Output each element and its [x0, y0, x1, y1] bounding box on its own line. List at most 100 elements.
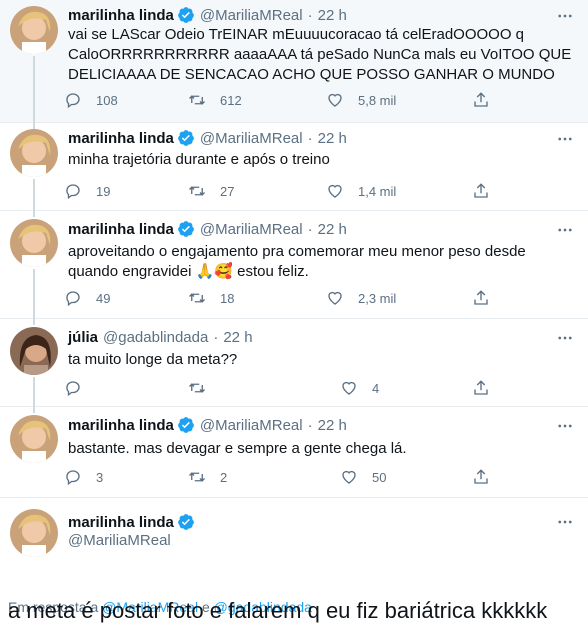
share-button[interactable]: [472, 468, 490, 486]
heart-icon: [342, 381, 356, 395]
share-button[interactable]: [472, 91, 490, 109]
timestamp[interactable]: 22 h: [318, 7, 347, 24]
more-icon[interactable]: [556, 329, 574, 347]
retweet-count: 2: [220, 469, 228, 485]
user-handle[interactable]: @MariliaMReal: [200, 7, 303, 24]
more-icon[interactable]: [556, 7, 574, 25]
tweet-text-line: ta muito longe da meta??: [68, 351, 238, 368]
tweet-text-line: quando engravidei 🙏🥰 estou feliz.: [68, 263, 309, 280]
share-icon: [474, 469, 488, 484]
tweet-text: aproveitando o engajamento pra comemorar…: [68, 242, 572, 282]
tweet-header: marilinha linda @MariliaMReal · 22 h: [68, 128, 347, 148]
separator-dot: ·: [307, 416, 313, 434]
separator-dot: ·: [307, 129, 313, 147]
user-handle[interactable]: @MariliaMReal: [200, 221, 303, 238]
retweet-button[interactable]: 18: [188, 289, 234, 307]
tweet-header: júlia @gadablindada · 22 h: [68, 327, 253, 347]
like-count: 50: [372, 469, 387, 485]
reply-count: 108: [96, 92, 118, 108]
separator-dot: ·: [307, 220, 313, 238]
user-handle[interactable]: @gadablindada: [103, 329, 208, 346]
separator-dot: ·: [213, 328, 219, 346]
like-button[interactable]: 5,8 mil: [326, 91, 396, 109]
share-button[interactable]: [472, 379, 490, 397]
retweet-button[interactable]: 27: [188, 182, 234, 200]
retweet-button[interactable]: 612: [188, 91, 242, 109]
display-name[interactable]: marilinha linda: [68, 514, 174, 531]
timestamp[interactable]: 22 h: [318, 221, 347, 238]
tweet-4[interactable]: júlia @gadablindada · 22 h ta muito long…: [0, 319, 588, 407]
reply-icon: [66, 93, 80, 109]
display-name[interactable]: marilinha linda: [68, 221, 174, 238]
like-button[interactable]: 4: [340, 379, 379, 397]
timestamp[interactable]: 22 h: [318, 417, 347, 434]
tweet-text: vai se LAScar Odeio TrEINAR mEuuuucoraca…: [68, 25, 572, 85]
retweet-icon: [189, 293, 205, 303]
share-button[interactable]: [472, 289, 490, 307]
avatar[interactable]: [10, 129, 58, 177]
user-handle[interactable]: @MariliaMReal: [200, 130, 303, 147]
more-icon[interactable]: [556, 417, 574, 435]
verified-badge-icon: [177, 417, 194, 433]
share-icon: [474, 183, 488, 198]
more-icon[interactable]: [556, 513, 574, 531]
verified-badge-icon: [177, 130, 194, 146]
heart-icon: [342, 470, 356, 484]
like-count: 4: [372, 380, 380, 396]
reply-button[interactable]: 108: [64, 91, 118, 109]
tweet-text-line: CaloORRRRRRRRRRR aaaaAAA tá peSado NunCa…: [68, 46, 572, 63]
like-button[interactable]: 50: [340, 468, 386, 486]
share-icon: [474, 380, 488, 395]
share-button[interactable]: [472, 182, 490, 200]
reply-icon: [66, 470, 80, 486]
tweet-text-line: DELICIAAAA DE SENCACAO ACHO QUE POSSO GA…: [68, 66, 555, 83]
retweet-count: 612: [220, 92, 242, 108]
display-name[interactable]: marilinha linda: [68, 417, 174, 434]
main-tweet-text: a meta é postar foto e falarem q eu fiz …: [8, 598, 548, 623]
reply-icon: [66, 381, 80, 397]
user-handle[interactable]: @MariliaMReal: [200, 417, 303, 434]
retweet-icon: [189, 95, 205, 105]
verified-badge-icon: [177, 7, 194, 23]
tweet-text: minha trajetória durante e após o treino: [68, 150, 572, 170]
retweet-icon: [189, 186, 205, 196]
more-icon[interactable]: [556, 130, 574, 148]
like-count: 5,8 mil: [358, 92, 397, 108]
tweet-2[interactable]: marilinha linda @MariliaMReal · 22 h min…: [0, 123, 588, 211]
tweet-header: marilinha linda @MariliaMReal · 22 h: [68, 219, 347, 239]
reply-button[interactable]: 3: [64, 468, 103, 486]
retweet-button[interactable]: [188, 379, 220, 397]
heart-icon: [328, 184, 342, 198]
tweet-1[interactable]: marilinha linda @MariliaMReal · 22 h vai…: [0, 0, 588, 123]
tweet-text-line: bastante. mas devagar e sempre a gente c…: [68, 440, 407, 457]
avatar[interactable]: [10, 415, 58, 463]
like-count: 2,3 mil: [358, 290, 397, 306]
display-name[interactable]: marilinha linda: [68, 7, 174, 24]
reply-count: 19: [96, 183, 111, 199]
avatar[interactable]: [10, 509, 58, 557]
timestamp[interactable]: 22 h: [223, 329, 252, 346]
display-name[interactable]: marilinha linda: [68, 130, 174, 147]
like-count: 1,4 mil: [358, 183, 397, 199]
reply-button[interactable]: 49: [64, 289, 110, 307]
verified-badge-icon: [177, 514, 194, 530]
verified-badge-icon: [177, 221, 194, 237]
display-name[interactable]: júlia: [68, 329, 98, 346]
reply-button[interactable]: [64, 379, 96, 397]
reply-count: 49: [96, 290, 111, 306]
retweet-count: 18: [220, 290, 235, 306]
reply-button[interactable]: 19: [64, 182, 110, 200]
like-button[interactable]: 1,4 mil: [326, 182, 396, 200]
reply-count: 3: [96, 469, 104, 485]
tweet-3[interactable]: marilinha linda @MariliaMReal · 22 h apr…: [0, 211, 588, 319]
avatar[interactable]: [10, 219, 58, 267]
avatar[interactable]: [10, 327, 58, 375]
timestamp[interactable]: 22 h: [318, 130, 347, 147]
retweet-button[interactable]: 2: [188, 468, 227, 486]
avatar[interactable]: [10, 6, 58, 54]
tweet-5[interactable]: marilinha linda @MariliaMReal · 22 h bas…: [0, 407, 588, 498]
user-handle[interactable]: @MariliaMReal: [68, 532, 171, 549]
share-icon: [474, 290, 488, 305]
more-icon[interactable]: [556, 221, 574, 239]
like-button[interactable]: 2,3 mil: [326, 289, 396, 307]
